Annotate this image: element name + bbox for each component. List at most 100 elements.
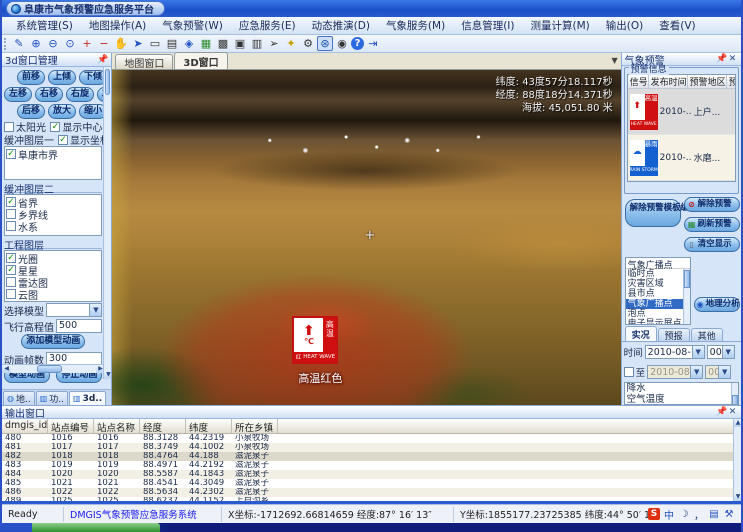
point-type-item[interactable]: 电子显示屏点 bbox=[626, 319, 690, 325]
observation-item[interactable]: 降水 bbox=[625, 383, 738, 394]
settings-gear-icon[interactable]: ⚙ bbox=[300, 36, 316, 51]
station-column-header[interactable]: 所在乡镇 bbox=[232, 419, 278, 433]
zoom-out-icon[interactable]: − bbox=[96, 36, 112, 51]
chevron-down-icon[interactable]: ▼ bbox=[722, 346, 734, 358]
refresh-warning-button[interactable]: ▦刷新预警 bbox=[684, 217, 740, 232]
layer-checkbox[interactable]: ✓ bbox=[6, 197, 16, 207]
menu-dynamic[interactable]: 动态推演(D) bbox=[304, 17, 378, 34]
fly-height-input[interactable]: 500 bbox=[56, 319, 102, 333]
pan-hand-icon[interactable]: ✋ bbox=[113, 36, 129, 51]
station-column-header[interactable]: 经度 bbox=[140, 419, 186, 433]
sunlight-checkbox[interactable] bbox=[4, 122, 14, 132]
move-left-button[interactable]: 左移 bbox=[4, 87, 32, 102]
menu-emergency[interactable]: 应急服务(E) bbox=[231, 17, 304, 34]
station-row[interactable]: 489 1025 1025 88.6237 44.1152 上户沟乡 bbox=[2, 497, 741, 501]
warning-column-header[interactable]: 信号 bbox=[628, 75, 649, 88]
pin-icon[interactable]: 📌 bbox=[97, 55, 108, 65]
menu-view[interactable]: 查看(V) bbox=[651, 17, 703, 34]
date-combo[interactable]: 2010-08-13▼ bbox=[645, 345, 705, 359]
remove-warning-template-button[interactable]: 解除预警模板编辑 bbox=[625, 199, 681, 227]
warning-row[interactable]: ⬆ 高温 HEAT WAVE 2010-... 上户... bbox=[628, 89, 735, 135]
scroll-up-icon[interactable]: ▲ bbox=[734, 419, 741, 427]
station-row[interactable]: 483 1019 1019 88.4971 44.2192 滋泥泉子 bbox=[2, 461, 741, 470]
tab-forecast[interactable]: 预报 bbox=[658, 328, 690, 341]
heat-wave-warning-icon[interactable]: ⬆℃ 高温 红HEAT WAVE bbox=[292, 316, 338, 364]
layer-checkbox[interactable]: ✓ bbox=[6, 149, 16, 159]
globe-3d-icon[interactable]: ⊛ bbox=[317, 36, 333, 51]
tab-3d-manager[interactable]: ▥3d.. bbox=[69, 391, 106, 405]
edit-icon[interactable]: ✎ bbox=[11, 36, 27, 51]
warning-table-hscrollbar[interactable]: ◀ ▶ bbox=[628, 181, 735, 182]
station-row[interactable]: 484 1020 1020 88.5587 44.1843 滋泥泉子 bbox=[2, 470, 741, 479]
vscroll-thumb[interactable] bbox=[105, 69, 110, 95]
tab-map-window[interactable]: 地图窗口 bbox=[115, 54, 173, 69]
layer-checkbox[interactable] bbox=[6, 209, 16, 219]
zoom-out-box-icon[interactable]: ⊖ bbox=[45, 36, 61, 51]
tilt-up-button[interactable]: 上倾 bbox=[48, 70, 76, 85]
ime-moon-icon[interactable]: ☽ bbox=[678, 509, 690, 520]
menu-map-ops[interactable]: 地图操作(A) bbox=[81, 17, 154, 34]
geo-analysis-button[interactable]: ◉地理分析 bbox=[694, 297, 740, 312]
chevron-down-icon[interactable]: ▼ bbox=[690, 366, 702, 378]
layer-checkbox[interactable]: ✓ bbox=[6, 265, 16, 275]
tab-function[interactable]: ▥功.. bbox=[36, 391, 68, 405]
add-model-anim-button[interactable]: 添加模型动画 bbox=[21, 334, 85, 349]
scroll-down-icon[interactable]: ▼ bbox=[104, 371, 112, 379]
zoom-in-box-icon[interactable]: ⊕ bbox=[28, 36, 44, 51]
layer-checkbox[interactable] bbox=[6, 221, 16, 231]
hour2-combo[interactable]: 00▼ bbox=[705, 365, 731, 379]
ime-chinese-icon[interactable]: 中 bbox=[663, 507, 675, 522]
scroll-down-icon[interactable]: ▼ bbox=[734, 493, 741, 501]
move-right-button[interactable]: 右移 bbox=[35, 87, 63, 102]
station-row[interactable]: 481 1017 1017 88.3749 44.1002 小泉牧场 bbox=[2, 443, 741, 452]
point-type-item[interactable]: 县市点 bbox=[626, 289, 690, 299]
ime-wrench-icon[interactable]: ⚒ bbox=[723, 509, 735, 520]
warning-column-header[interactable]: 发布时间 bbox=[649, 75, 688, 88]
pin-icon[interactable]: 📌 bbox=[716, 407, 727, 417]
show-coords-checkbox[interactable]: ✓ bbox=[58, 135, 68, 145]
scroll-left-icon[interactable]: ◀ bbox=[2, 365, 11, 373]
observation-listbox[interactable]: 降水空气温度最高温度最低温度地表温度 bbox=[624, 382, 739, 405]
warning-column-header[interactable]: 预 bbox=[727, 75, 736, 88]
to-checkbox[interactable] bbox=[624, 367, 634, 377]
chevron-down-icon[interactable]: ▼ bbox=[692, 346, 704, 358]
rotate-right-button[interactable]: 右旋 bbox=[66, 87, 94, 102]
hour-combo[interactable]: 00▼ bbox=[707, 345, 735, 359]
layer-checkbox[interactable]: ✓ bbox=[6, 253, 16, 263]
close-icon[interactable]: ✕ bbox=[727, 407, 738, 417]
move-back-button[interactable]: 后移 bbox=[17, 104, 45, 119]
toolbar-grip[interactable] bbox=[4, 38, 7, 50]
pin-icon[interactable]: 📌 bbox=[716, 54, 727, 64]
warning-row[interactable]: ☁ 暴雨 RAIN STORM 2010-... 水磨... bbox=[628, 135, 735, 181]
menu-output[interactable]: 输出(O) bbox=[598, 17, 651, 34]
point-type-listbox[interactable]: 气象广播点 临时点灾害区域县市点气象广播点泡点电子显示屏点 bbox=[625, 257, 691, 325]
clear-display-button[interactable]: ▯清空显示 bbox=[684, 237, 740, 252]
menu-weather-service[interactable]: 气象服务(M) bbox=[378, 17, 453, 34]
identify-icon[interactable]: ◈ bbox=[181, 36, 197, 51]
move-forward-button[interactable]: 前移 bbox=[17, 70, 45, 85]
help-icon[interactable]: ? bbox=[351, 37, 364, 50]
station-row[interactable]: 480 1016 1016 88.3128 44.2319 小泉牧场 bbox=[2, 434, 741, 443]
menu-info[interactable]: 信息管理(I) bbox=[453, 17, 522, 34]
menu-measure[interactable]: 测量计算(M) bbox=[523, 17, 598, 34]
exit-icon[interactable]: ⇥ bbox=[365, 36, 381, 51]
draw-arrow-icon[interactable]: ➢ bbox=[266, 36, 282, 51]
sogou-icon[interactable]: S bbox=[648, 508, 660, 520]
tab-other[interactable]: 其他 bbox=[691, 328, 723, 341]
chevron-down-icon[interactable]: ▼ bbox=[89, 304, 101, 316]
show-center-checkbox[interactable]: ✓ bbox=[50, 122, 60, 132]
layer-checkbox[interactable] bbox=[6, 289, 16, 299]
hscroll-thumb[interactable] bbox=[37, 365, 63, 373]
close-icon[interactable]: ✕ bbox=[727, 54, 738, 64]
ime-keyboard-icon[interactable]: ▤ bbox=[708, 509, 720, 520]
warning-column-header[interactable]: 预警地区 bbox=[688, 75, 727, 88]
point-list-scrollbar[interactable] bbox=[683, 269, 690, 324]
remove-warning-button[interactable]: ⊘解除预警 bbox=[684, 197, 740, 212]
station-row[interactable]: 485 1021 1021 88.4541 44.3049 滋泥泉子 bbox=[2, 479, 741, 488]
menu-weather-warning[interactable]: 气象预警(W) bbox=[154, 17, 231, 34]
terrain-3d-view[interactable]: 纬度: 43度57分18.117秒经度: 88度18分14.371秒海拔: 45… bbox=[112, 70, 620, 405]
left-panel-hscrollbar[interactable]: ◀ ▶ bbox=[2, 364, 105, 373]
observation-item[interactable]: 空气温度 bbox=[625, 394, 738, 405]
image-icon[interactable]: ▦ bbox=[198, 36, 214, 51]
model-select-combo[interactable]: ▼ bbox=[46, 303, 102, 317]
